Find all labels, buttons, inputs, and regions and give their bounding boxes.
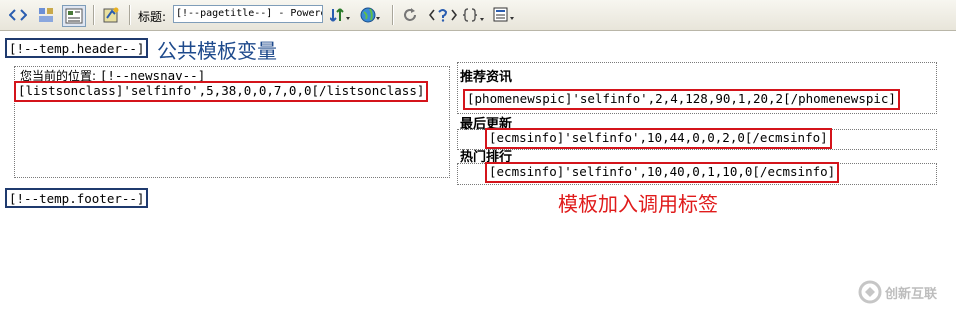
watermark: 创新互联 xyxy=(858,280,937,304)
refresh-icon[interactable] xyxy=(400,5,420,25)
insert-tags-annotation: 模板加入调用标签 xyxy=(558,192,718,216)
toolbar-separator xyxy=(392,5,394,25)
footer-include-tag[interactable]: [!--temp.footer--] xyxy=(5,188,149,208)
toolbar-separator xyxy=(129,5,131,25)
ecmsinfo-hot-tag[interactable]: [ecmsinfo]'selfinfo',10,40,0,1,10,0[/ecm… xyxy=(485,162,840,183)
code-view-icon[interactable] xyxy=(8,5,28,25)
watermark-brand: 创新互联 xyxy=(885,286,938,302)
view-options-icon[interactable] xyxy=(492,5,516,25)
recommend-heading: 推荐资讯 xyxy=(460,70,513,85)
code-hint-icon[interactable] xyxy=(428,5,458,25)
header-annotation: 公共模板变量 xyxy=(157,39,277,63)
split-view-icon[interactable] xyxy=(36,5,56,25)
design-view-icon[interactable] xyxy=(62,5,86,27)
header-include-tag[interactable]: [!--temp.header--] xyxy=(5,38,149,58)
brand-logo-icon xyxy=(858,280,882,304)
preview-browser-icon[interactable] xyxy=(360,5,382,25)
ecmsinfo-latest-tag[interactable]: [ecmsinfo]'selfinfo',10,44,0,0,2,0[/ecms… xyxy=(485,128,832,149)
listsonclass-tag[interactable]: [listsonclass]'selfinfo',5,38,0,0,7,0,0[… xyxy=(14,81,429,102)
file-management-icon[interactable] xyxy=(330,5,352,25)
toolbar-separator xyxy=(93,5,95,25)
phomenewspic-tag[interactable]: [phomenewspic]'selfinfo',2,4,128,90,1,20… xyxy=(463,89,900,110)
live-view-icon[interactable] xyxy=(100,5,122,25)
title-label: 标题: xyxy=(138,10,167,24)
editor-toolbar: 标题: [!--pagetitle--] - Powere xyxy=(0,0,956,31)
page-title-input[interactable]: [!--pagetitle--] - Powere xyxy=(173,5,323,23)
braces-icon[interactable] xyxy=(462,5,488,25)
